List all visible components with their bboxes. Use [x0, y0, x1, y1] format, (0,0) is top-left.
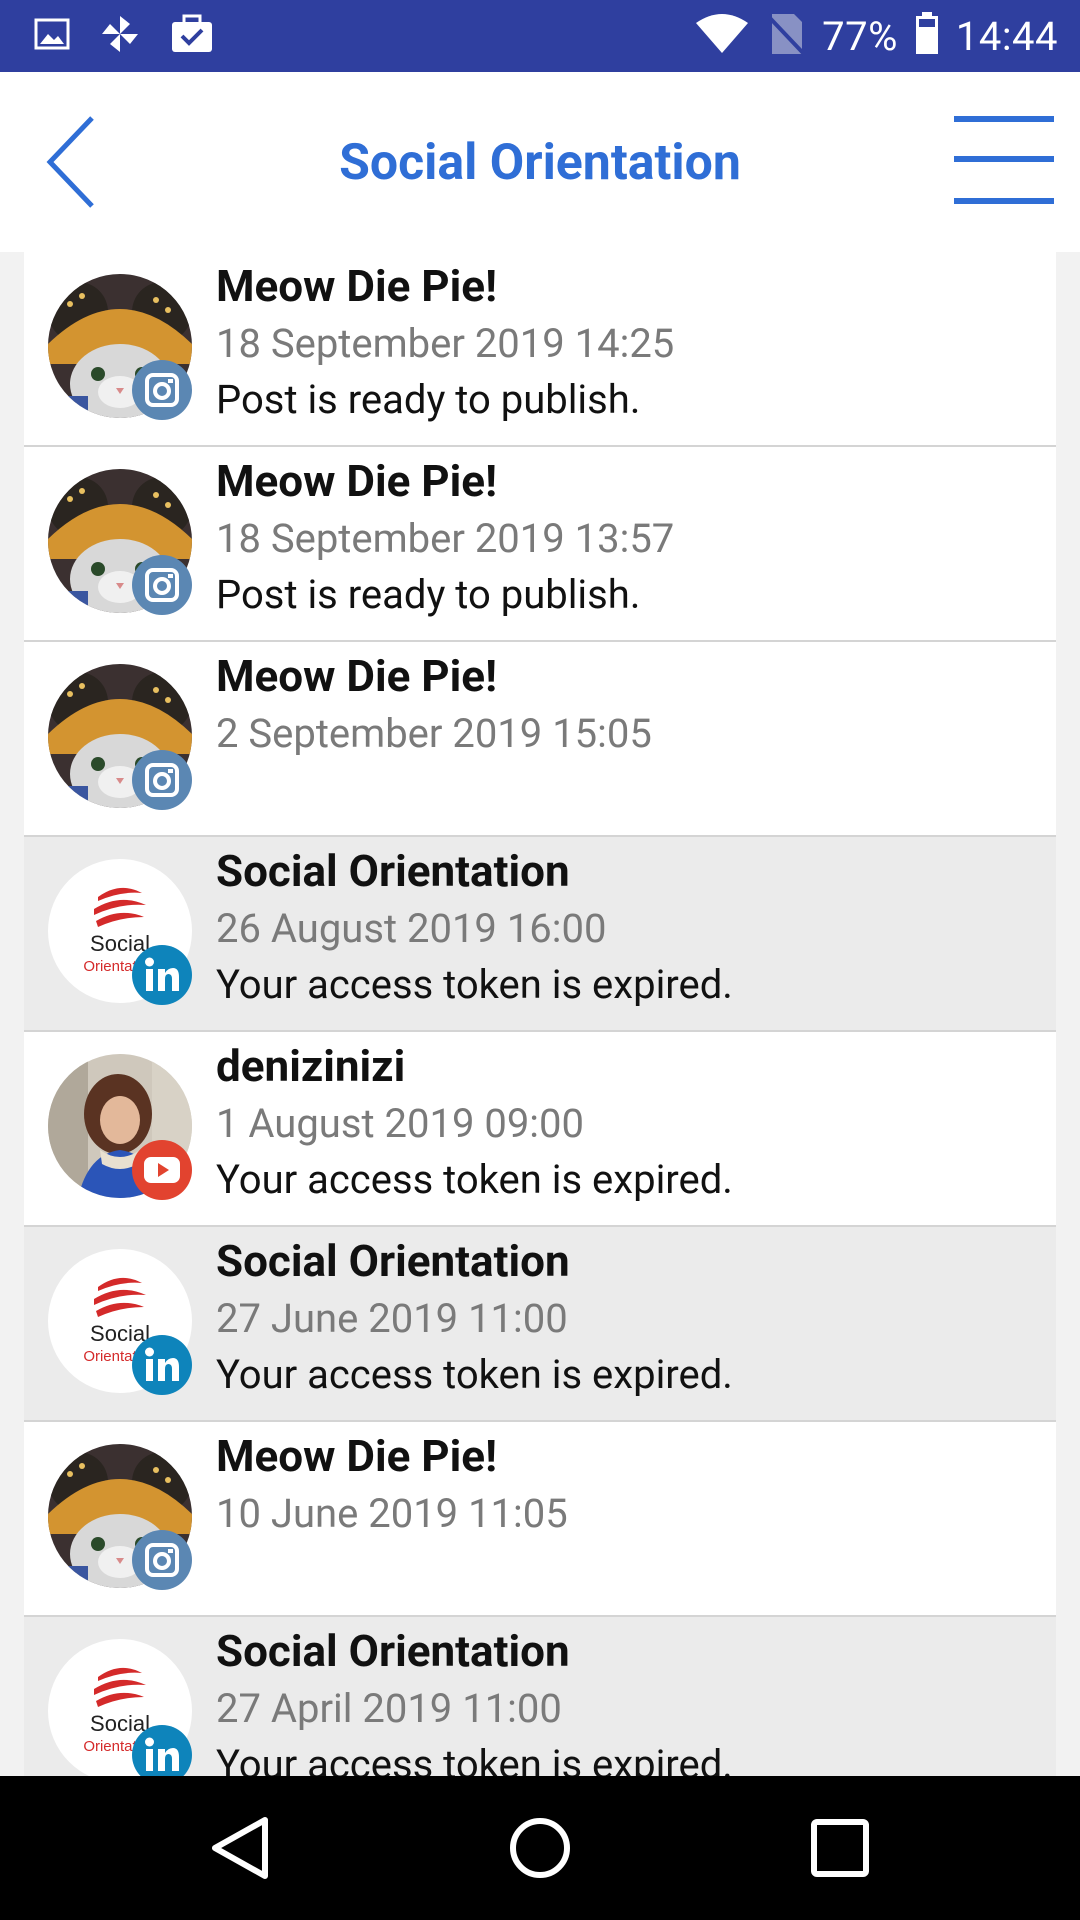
- status-message: Your access token is expired.: [216, 1156, 733, 1203]
- account-name: denizinizi: [216, 1040, 406, 1092]
- wifi-icon: [694, 13, 750, 59]
- status-message: Your access token is expired.: [216, 1351, 733, 1398]
- linkedin-icon: [132, 945, 192, 1005]
- notification-row[interactable]: Meow Die Pie! 10 June 2019 11:05: [24, 1422, 1056, 1617]
- app-header: Social Orientation: [0, 72, 1080, 252]
- menu-button[interactable]: [950, 110, 1056, 210]
- notification-row[interactable]: Meow Die Pie! 18 September 2019 14:25 Post…: [24, 252, 1056, 447]
- account-name: Social Orientation: [216, 1235, 570, 1287]
- nav-recents-button[interactable]: [804, 1812, 876, 1884]
- instagram-icon: [132, 555, 192, 615]
- instagram-icon: [132, 360, 192, 420]
- status-message: Post is ready to publish.: [216, 376, 641, 423]
- notification-row[interactable]: Social Orientation Social Orientation 27 …: [24, 1227, 1056, 1422]
- post-date: 2 September 2019 15:05: [216, 710, 652, 757]
- nav-back-triangle-icon: [212, 1817, 268, 1879]
- post-date: 26 August 2019 16:00: [216, 905, 607, 952]
- post-date: 1 August 2019 09:00: [216, 1100, 584, 1147]
- briefcase-check-icon: [170, 14, 214, 58]
- account-name: Meow Die Pie!: [216, 455, 497, 507]
- nav-home-circle-icon: [510, 1818, 570, 1878]
- notification-row[interactable]: Meow Die Pie! 18 September 2019 13:57 Post…: [24, 447, 1056, 642]
- post-date: 27 June 2019 11:00: [216, 1295, 568, 1342]
- post-date: 18 September 2019 13:57: [216, 515, 675, 562]
- nav-recents-square-icon: [811, 1819, 869, 1877]
- pinwheel-icon: [98, 12, 142, 60]
- linkedin-icon: [132, 1335, 192, 1395]
- status-bar: 77% 14:44: [0, 0, 1080, 72]
- status-message: Your access token is expired.: [216, 1741, 733, 1776]
- notification-list-viewport[interactable]: Meow Die Pie! 18 September 2019 14:25 Post…: [0, 252, 1080, 1776]
- navigation-bar: [0, 1776, 1080, 1920]
- notification-row[interactable]: Meow Die Pie! 2 September 2019 15:05: [24, 642, 1056, 837]
- notification-list: Meow Die Pie! 18 September 2019 14:25 Post…: [24, 252, 1056, 1776]
- post-date: 10 June 2019 11:05: [216, 1490, 568, 1537]
- page-title: Social Orientation: [339, 134, 741, 192]
- status-message: Your access token is expired.: [216, 961, 733, 1008]
- account-name: Social Orientation: [216, 1625, 570, 1677]
- post-date: 18 September 2019 14:25: [216, 320, 675, 367]
- battery-percent: 77%: [822, 12, 898, 60]
- battery-icon: [914, 12, 940, 60]
- hamburger-menu-icon: [954, 116, 1054, 204]
- instagram-icon: [132, 750, 192, 810]
- account-name: Meow Die Pie!: [216, 650, 497, 702]
- clock: 14:44: [955, 12, 1058, 60]
- no-sim-icon: [766, 12, 806, 60]
- linkedin-icon: [132, 1725, 192, 1776]
- youtube-icon: [132, 1140, 192, 1200]
- account-name: Social Orientation: [216, 845, 570, 897]
- notification-row[interactable]: denizinizi 1 August 2019 09:00 Your access…: [24, 1032, 1056, 1227]
- notification-row[interactable]: Social Orientation Social Orientation 26 …: [24, 837, 1056, 1032]
- notification-row[interactable]: Social Orientation Social Orientation 27 …: [24, 1617, 1056, 1776]
- nav-back-button[interactable]: [205, 1812, 277, 1884]
- post-date: 27 April 2019 11:00: [216, 1685, 562, 1732]
- instagram-icon: [132, 1530, 192, 1590]
- account-name: Meow Die Pie!: [216, 260, 497, 312]
- account-name: Meow Die Pie!: [216, 1430, 497, 1482]
- status-message: Post is ready to publish.: [216, 571, 641, 618]
- nav-home-button[interactable]: [504, 1812, 576, 1884]
- image-icon: [34, 18, 70, 54]
